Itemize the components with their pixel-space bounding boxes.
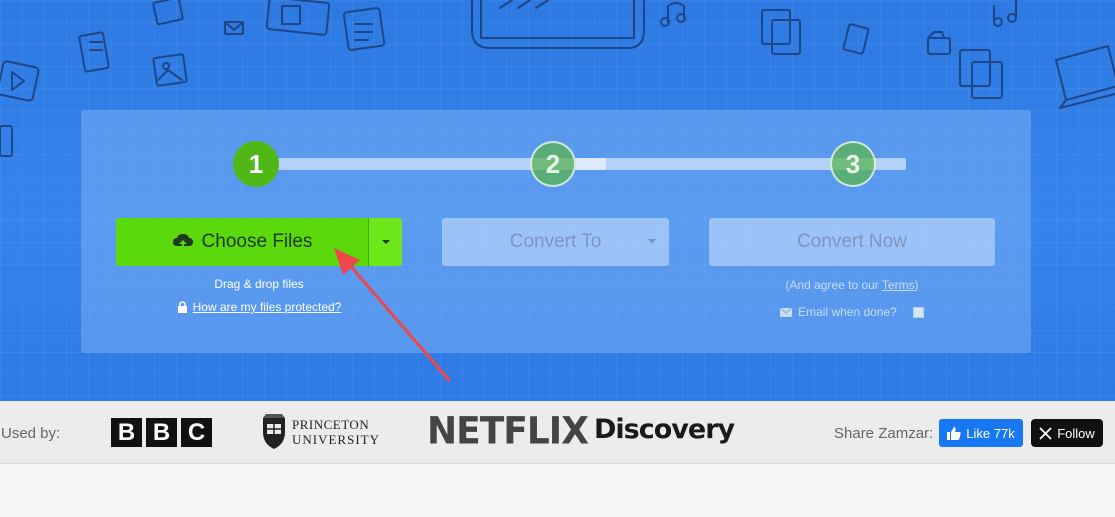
envelope-icon [780, 307, 793, 317]
princeton-logo: PRINCETON UNIVERSITY [261, 414, 380, 450]
caret-down-icon [381, 240, 390, 244]
princeton-line-1: PRINCETON [292, 417, 370, 432]
x-follow-button[interactable]: Follow [1031, 419, 1103, 447]
choose-files-button[interactable]: Choose Files [116, 218, 368, 266]
email-when-done-label: Email when done? [798, 305, 897, 319]
share-label: Share Zamzar: [834, 425, 934, 442]
caret-down-icon [648, 239, 656, 244]
choose-files-group: Choose Files [116, 218, 402, 266]
email-when-done-checkbox[interactable] [912, 306, 924, 318]
drag-drop-text: Drag & drop files [214, 277, 304, 291]
bbc-letter: B [146, 418, 177, 447]
facebook-like-button[interactable]: Like 77k [939, 419, 1023, 447]
bbc-letter: C [181, 418, 212, 447]
step-2-indicator: 2 [530, 141, 576, 187]
bbc-logo: B B C [111, 418, 212, 447]
convert-now-label: Convert Now [797, 231, 907, 252]
choose-files-label: Choose Files [201, 231, 313, 252]
like-label: Like 77k [966, 425, 1015, 441]
terms-link[interactable]: Terms [882, 278, 915, 292]
convert-now-button[interactable]: Convert Now [709, 218, 995, 266]
lock-icon [177, 300, 187, 313]
convert-to-label: Convert To [509, 231, 602, 252]
files-protected-row: How are my files protected? [116, 300, 402, 314]
conversion-panel: 1 2 3 Choose Files Drag & drop files How… [81, 110, 1031, 353]
netflix-logo: NETFLIX [427, 409, 589, 454]
terms-suffix: ) [914, 278, 919, 292]
hero-banner: 1 2 3 Choose Files Drag & drop files How… [0, 0, 1115, 401]
terms-agreement: (And agree to our Terms) [709, 278, 995, 292]
convert-to-select[interactable]: Convert To [442, 218, 669, 266]
follow-label: Follow [1057, 425, 1095, 441]
choose-files-dropdown[interactable] [368, 218, 402, 266]
email-when-done-row: Email when done? [709, 305, 995, 319]
discovery-logo: Discovery [594, 414, 735, 445]
thumbs-up-icon [947, 427, 961, 440]
step-1-indicator: 1 [233, 141, 279, 187]
princeton-line-2: UNIVERSITY [292, 432, 380, 447]
terms-prefix: (And agree to our [785, 278, 882, 292]
cloud-upload-icon [172, 234, 193, 251]
step-3-indicator: 3 [830, 141, 876, 187]
x-logo-icon [1039, 426, 1052, 440]
files-protected-link[interactable]: How are my files protected? [193, 300, 342, 314]
used-by-label: Used by: [1, 425, 61, 442]
princeton-shield-icon [263, 414, 285, 449]
bbc-letter: B [111, 418, 142, 447]
